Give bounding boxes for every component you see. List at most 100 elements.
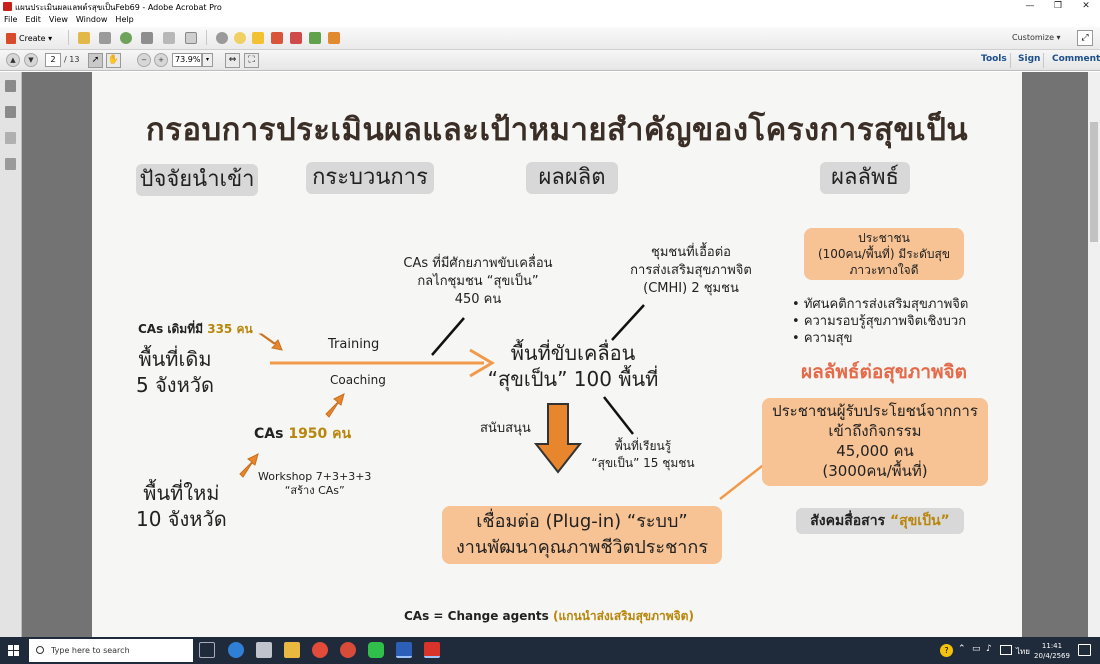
zoom-level-input[interactable]: 73.9% — [172, 53, 202, 67]
maximize-button[interactable]: ❐ — [1044, 0, 1072, 13]
workshop-label: Workshop 7+3+3+3 “สร้าง CAs” — [258, 470, 372, 497]
menu-file[interactable]: File — [0, 13, 21, 24]
previous-page-button[interactable]: ▲ — [6, 53, 20, 67]
window-titlebar: แผนประเมินผลแลพต์รสุขเป็นFeb69 - Adobe A… — [0, 0, 1100, 13]
chrome-icon[interactable] — [312, 642, 328, 658]
support-label: สนับสนุน — [480, 421, 531, 436]
mental-health-outcome-label: ผลลัพธ์ต่อสุขภาพจิต — [800, 361, 968, 383]
select-tool-icon[interactable]: ➚ — [88, 53, 103, 68]
store-icon[interactable] — [256, 642, 272, 658]
menu-edit[interactable]: Edit — [21, 13, 45, 24]
customize-dropdown[interactable]: Customize ▾ — [1012, 33, 1061, 42]
training-label: Training — [328, 337, 380, 352]
driving-areas-label: พื้นที่ขับเคลื่อน “สุขเป็น” 100 พื้นที่ — [487, 341, 659, 391]
comment-link[interactable]: Comment — [1052, 54, 1100, 64]
plugin-box: เชื่อมต่อ (Plug-in) “ระบบ” งานพัฒนาคุณภา… — [442, 506, 722, 564]
expand-icon[interactable]: ⤢ — [1077, 30, 1093, 46]
taskbar-search-box[interactable]: Type here to search — [29, 639, 193, 662]
menu-window[interactable]: Window — [72, 13, 112, 24]
acrobat-app-icon — [3, 2, 12, 11]
task-view-icon[interactable] — [199, 642, 215, 658]
old-area-label: พื้นที่เดิม 5 จังหวัด — [136, 347, 214, 397]
next-page-button[interactable]: ▼ — [24, 53, 38, 67]
cloud-upload-icon[interactable] — [120, 32, 132, 44]
line-app-icon[interactable] — [368, 642, 384, 658]
help-icon[interactable]: ? — [940, 644, 953, 657]
zoom-in-button[interactable]: + — [154, 53, 168, 67]
pdf-form-icon[interactable] — [328, 32, 340, 44]
language-indicator[interactable]: ไทย — [1016, 645, 1030, 658]
full-screen-icon[interactable]: ⛶ — [244, 53, 259, 68]
notifications-icon[interactable] — [1078, 644, 1091, 656]
hand-tool-icon[interactable]: ✋ — [106, 53, 121, 68]
windows-start-icon[interactable] — [8, 645, 20, 657]
main-toolbar: Create ▾ Customize ▾ ⤢ — [0, 27, 1100, 50]
cas-existing-arrow — [258, 333, 283, 351]
page-total: / 13 — [64, 55, 80, 64]
windows-taskbar: Type here to search ? ⌃ ▭ ♪ ไทย 11:41 20… — [0, 637, 1100, 664]
pdf-create-icon[interactable] — [271, 32, 283, 44]
bullet-item: • ความรอบรู้สุขภาพจิตเชิงบวก — [792, 314, 967, 329]
settings-gear-icon[interactable] — [216, 32, 228, 44]
people-wellbeing-box: ประชาชน (100คน/พื้นที่) มีระดับสุข ภาวะท… — [804, 228, 964, 280]
zoom-dropdown-icon[interactable]: ▾ — [202, 53, 213, 67]
print-icon[interactable] — [141, 32, 153, 44]
social-communication-box: สังคมสื่อสาร “สุขเป็น” — [796, 508, 964, 534]
zoom-out-button[interactable]: − — [137, 53, 151, 67]
header-outputs: ผลผลิต — [526, 162, 618, 194]
cas-new-label: CAs 1950 คน — [254, 426, 352, 442]
comment-bubble-icon[interactable] — [234, 32, 246, 44]
cmhi-label: ชุมชนที่เอื้อต่อ การส่งเสริมสุขภาพจิต (C… — [630, 245, 752, 296]
wifi-icon[interactable] — [1000, 645, 1012, 655]
tray-chevron-icon[interactable]: ⌃ — [958, 644, 966, 654]
pdf-page: กรอบการประเมินผลและเป้าหมายสำคัญของโครงก… — [92, 72, 1022, 637]
word-icon[interactable] — [396, 642, 412, 658]
footnote: CAs = Change agents (แกนนำส่งเสริมสุขภาพ… — [404, 609, 694, 623]
scrollbar-thumb[interactable] — [1090, 122, 1098, 242]
menu-bar: File Edit View Window Help — [0, 13, 1100, 26]
page-thumbnails-icon[interactable] — [5, 80, 16, 92]
bullet-item: • ทัศนคติการส่งเสริมสุขภาพจิต — [792, 297, 969, 312]
header-inputs: ปัจจัยนำเข้า — [136, 164, 258, 196]
menu-view[interactable]: View — [45, 13, 72, 24]
header-outcomes: ผลลัพธ์ — [820, 162, 910, 194]
create-button[interactable]: Create ▾ — [4, 31, 55, 46]
cas-potential-label: CAs ที่มีศักยภาพขับเคลื่อน กลไกชุมชน “สุ… — [403, 256, 553, 307]
highlight-icon[interactable] — [252, 32, 264, 44]
acrobat-taskbar-icon[interactable] — [424, 642, 440, 658]
volume-icon[interactable]: ♪ — [986, 644, 992, 654]
signatures-icon[interactable] — [5, 158, 16, 170]
chrome-profile-icon[interactable] — [340, 642, 356, 658]
edit-document-icon[interactable] — [163, 32, 175, 44]
save-icon[interactable] — [99, 32, 111, 44]
email-icon[interactable] — [185, 32, 197, 44]
close-button[interactable]: ✕ — [1072, 0, 1100, 13]
open-folder-icon[interactable] — [78, 32, 90, 44]
coaching-label: Coaching — [330, 373, 386, 387]
bookmarks-icon[interactable] — [5, 106, 16, 118]
minimize-button[interactable]: — — [1016, 0, 1044, 13]
beneficiaries-box: ประชาชนผู้รับประโยชน์จากการ เข้าถึงกิจกร… — [762, 398, 988, 486]
sign-link[interactable]: Sign — [1018, 54, 1040, 64]
new-area-arrow — [239, 453, 259, 478]
connector-line-learning — [603, 396, 634, 435]
menu-help[interactable]: Help — [111, 13, 137, 24]
down-arrow — [533, 403, 583, 474]
pdf-export-icon[interactable] — [309, 32, 321, 44]
attachments-icon[interactable] — [5, 132, 16, 144]
network-icon[interactable]: ▭ — [972, 644, 981, 654]
new-area-label: พื้นที่ใหม่ 10 จังหวัด — [136, 481, 227, 531]
connector-line-cmhi — [611, 304, 645, 341]
coaching-arrow — [325, 393, 345, 418]
fit-width-icon[interactable]: ⇔ — [225, 53, 240, 68]
page-number-input[interactable]: 2 — [45, 53, 61, 67]
navigation-toolbar: ▲ ▼ 2 / 13 ➚ ✋ − + 73.9% ▾ ⇔ ⛶ Tools Sig… — [0, 50, 1100, 71]
vertical-scrollbar[interactable] — [1088, 72, 1100, 637]
clock[interactable]: 11:41 20/4/2569 — [1034, 641, 1070, 661]
file-explorer-icon[interactable] — [284, 642, 300, 658]
outcome-bullets: • ทัศนคติการส่งเสริมสุขภาพจิต • ความรอบร… — [792, 296, 968, 347]
pdf-combine-icon[interactable] — [290, 32, 302, 44]
tools-link[interactable]: Tools — [981, 54, 1007, 64]
edge-browser-icon[interactable] — [228, 642, 244, 658]
navigation-pane — [0, 72, 22, 637]
